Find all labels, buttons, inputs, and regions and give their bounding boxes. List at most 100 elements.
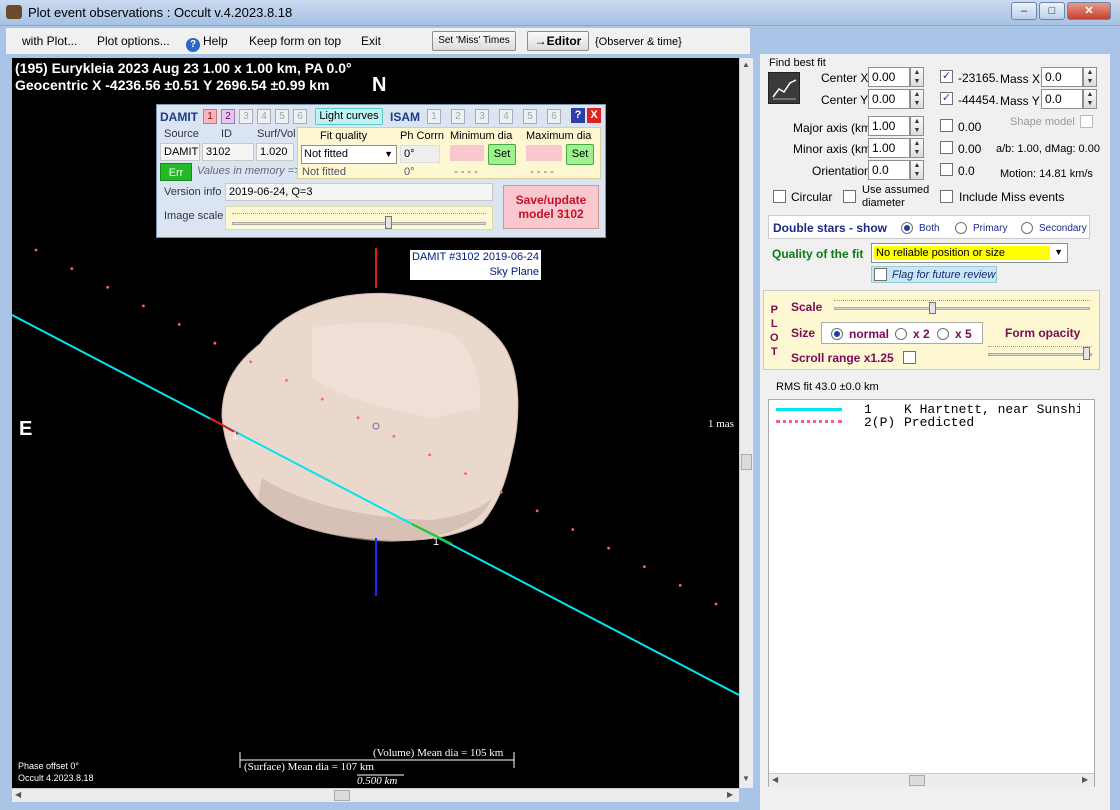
- set-miss-times-button[interactable]: Set 'Miss' Times: [432, 31, 516, 51]
- editor-button[interactable]: →Editor: [527, 31, 589, 51]
- find-best-fit-button[interactable]: [768, 72, 800, 104]
- damit-help-button[interactable]: ?: [571, 108, 585, 123]
- major-axis-checkbox[interactable]: [940, 119, 953, 132]
- center-x-input[interactable]: 0.00: [868, 67, 910, 87]
- minor-axis-checkbox[interactable]: [940, 141, 953, 154]
- circular-checkbox[interactable]: [773, 190, 786, 203]
- form-opacity-slider[interactable]: [986, 343, 1094, 363]
- center-x-checkbox[interactable]: ✓: [940, 70, 953, 83]
- size-normal-radio[interactable]: [831, 328, 843, 340]
- mass-y-input[interactable]: 0.0: [1041, 89, 1083, 109]
- plot-vertical-scrollbar[interactable]: ▲ ▼: [739, 58, 753, 788]
- scroll-right-icon[interactable]: ▶: [727, 790, 733, 799]
- damit-model-3[interactable]: 3: [239, 109, 253, 124]
- damit-close-button[interactable]: X: [587, 108, 601, 123]
- center-x-spinner[interactable]: ▲ ▼: [910, 67, 924, 87]
- isam-model-2[interactable]: 2: [451, 109, 465, 124]
- size-x2-radio[interactable]: [895, 328, 907, 340]
- orientation-input[interactable]: 0.0: [868, 160, 910, 180]
- major-axis-spinner[interactable]: ▲ ▼: [910, 116, 924, 136]
- mass-x-label: Mass X: [1000, 72, 1041, 86]
- damit-model-2[interactable]: 2: [221, 109, 235, 124]
- menu-exit[interactable]: Exit: [361, 34, 381, 48]
- quality-of-fit-select[interactable]: No reliable position or size ▼: [871, 243, 1068, 263]
- predicted-path-dot: [678, 584, 682, 587]
- predicted-path-dot: [714, 602, 718, 606]
- values-in-memory-label: Values in memory =>: [197, 165, 301, 177]
- secondary-label: Secondary: [1039, 223, 1087, 234]
- scale-slider-thumb[interactable]: [928, 302, 936, 314]
- damit-model-6[interactable]: 6: [293, 109, 307, 124]
- app-icon: [6, 5, 22, 19]
- damit-model-1[interactable]: 1: [203, 109, 217, 124]
- isam-model-4[interactable]: 4: [499, 109, 513, 124]
- scroll-down-icon[interactable]: ▼: [742, 774, 750, 783]
- scroll-range-checkbox[interactable]: [903, 351, 916, 364]
- menu-plot-options[interactable]: Plot options...: [97, 34, 170, 48]
- center-y-input[interactable]: 0.00: [868, 89, 910, 109]
- mass-x-spinner[interactable]: ▲ ▼: [1083, 67, 1097, 87]
- legend-scroll-right-icon[interactable]: ▶: [1082, 775, 1088, 784]
- save-update-model-button[interactable]: Save/update model 3102: [503, 185, 599, 229]
- mass-x-input[interactable]: 0.0: [1041, 67, 1083, 87]
- light-curves-button[interactable]: Light curves: [315, 108, 383, 125]
- legend-horizontal-scrollbar[interactable]: ◀ ▶: [769, 773, 1094, 787]
- primary-radio[interactable]: [955, 222, 967, 234]
- center-y-spinner[interactable]: ▲ ▼: [910, 89, 924, 109]
- isam-model-3[interactable]: 3: [475, 109, 489, 124]
- image-scale-thumb[interactable]: [385, 216, 393, 229]
- menu-keep-on-top[interactable]: Keep form on top: [249, 34, 341, 48]
- legend-scroll-left-icon[interactable]: ◀: [772, 775, 778, 784]
- close-button[interactable]: ✕: [1067, 2, 1111, 20]
- isam-model-5[interactable]: 5: [523, 109, 537, 124]
- save-model-label: model 3102: [518, 207, 584, 221]
- flag-review-checkbox[interactable]: [874, 268, 887, 281]
- max-dia-field[interactable]: [526, 145, 562, 161]
- quality-dropdown-arrow-icon: ▼: [1054, 247, 1063, 257]
- min-dia-field[interactable]: [450, 145, 484, 161]
- mass-y-spinner[interactable]: ▲ ▼: [1083, 89, 1097, 109]
- horizontal-scroll-thumb[interactable]: [334, 790, 350, 801]
- legend-scroll-thumb[interactable]: [909, 775, 925, 786]
- both-radio[interactable]: [901, 222, 913, 234]
- secondary-radio[interactable]: [1021, 222, 1033, 234]
- orientation-spinner[interactable]: ▲ ▼: [910, 160, 924, 180]
- max-dia-set-button[interactable]: Set: [566, 144, 594, 165]
- chord-label-a: 1: [232, 430, 239, 442]
- include-miss-checkbox[interactable]: [940, 190, 953, 203]
- size-x5-radio[interactable]: [937, 328, 949, 340]
- vertical-scroll-thumb[interactable]: [741, 454, 752, 470]
- fit-quality-box: Fit quality Ph Corrn Minimum dia Maximum…: [297, 127, 601, 179]
- isam-model-1[interactable]: 1: [427, 109, 441, 124]
- image-scale-label: Image scale: [164, 210, 224, 222]
- major-axis-input[interactable]: 1.00: [868, 116, 910, 136]
- fit-quality-select[interactable]: Not fitted ▼: [301, 145, 397, 164]
- orientation-checkbox[interactable]: [940, 163, 953, 176]
- damit-model-5[interactable]: 5: [275, 109, 289, 124]
- version-label: Occult 4.2023.8.18: [18, 773, 94, 783]
- minor-axis-input[interactable]: 1.00: [868, 138, 910, 158]
- err-button[interactable]: Err: [160, 163, 192, 181]
- minor-axis-spinner[interactable]: ▲ ▼: [910, 138, 924, 158]
- minimize-button[interactable]: –: [1011, 2, 1037, 20]
- damit-model-4[interactable]: 4: [257, 109, 271, 124]
- isam-model-6[interactable]: 6: [547, 109, 561, 124]
- center-y-checkbox[interactable]: ✓: [940, 92, 953, 105]
- scale-slider[interactable]: [832, 297, 1094, 315]
- menu-with-plot[interactable]: with Plot...: [22, 34, 77, 48]
- image-scale-slider[interactable]: [225, 206, 493, 230]
- ph-corr-value[interactable]: 0°: [400, 145, 440, 163]
- scale-slider-ticks: [834, 300, 1090, 301]
- legend-name-1: K Hartnett, near Sunshi: [904, 403, 1080, 415]
- plot-horizontal-scrollbar[interactable]: ◀ ▶: [12, 788, 739, 802]
- menu-bar: with Plot... Plot options... ? Help Keep …: [6, 28, 750, 54]
- legend-list[interactable]: 1 K Hartnett, near Sunshi 2(P) Predicted…: [768, 399, 1095, 787]
- menu-help[interactable]: ? Help: [186, 34, 228, 52]
- shape-model-checkbox[interactable]: [1080, 115, 1093, 128]
- scroll-left-icon[interactable]: ◀: [15, 790, 21, 799]
- scroll-up-icon[interactable]: ▲: [742, 60, 750, 69]
- use-assumed-diameter-checkbox[interactable]: [843, 190, 856, 203]
- opacity-slider-thumb[interactable]: [1083, 347, 1091, 360]
- maximize-button[interactable]: □: [1039, 2, 1065, 20]
- min-dia-set-button[interactable]: Set: [488, 144, 516, 165]
